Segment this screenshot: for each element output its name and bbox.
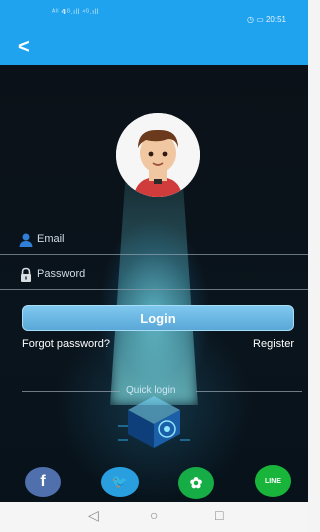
divider-line-left	[22, 391, 120, 392]
password-underline	[0, 289, 308, 290]
password-field[interactable]: Password	[0, 260, 308, 290]
nav-bar: ◁ ○ □	[0, 502, 308, 532]
status-bar: ᴬᴵˡ 𝟰ᴳ.ıll ⁴ᴳ.ıll ◷ ▭ 20:51	[0, 0, 308, 33]
twitter-icon: 🐦	[111, 474, 129, 489]
avatar	[116, 113, 200, 197]
nav-home-icon[interactable]: ○	[150, 507, 158, 523]
register-link[interactable]: Register	[253, 338, 294, 350]
wechat-icon: ✿	[189, 475, 203, 492]
login-screen: Email Password Login Forgot password? Re…	[0, 65, 308, 502]
facebook-login-button[interactable]: f	[25, 467, 61, 497]
back-button[interactable]: <	[18, 36, 30, 58]
wechat-login-button[interactable]: ✿	[178, 467, 214, 499]
facebook-icon: f	[40, 473, 46, 490]
nav-back-icon[interactable]: ◁	[88, 507, 99, 524]
login-button[interactable]: Login	[22, 305, 294, 331]
email-placeholder: Email	[37, 233, 65, 245]
email-underline	[0, 254, 308, 255]
lock-icon	[21, 267, 31, 282]
app-bar: <	[0, 33, 308, 65]
chip-illustration	[118, 396, 190, 448]
user-icon	[19, 233, 33, 247]
password-placeholder: Password	[37, 268, 86, 280]
line-login-button[interactable]: LINE	[255, 465, 291, 497]
nav-recent-icon[interactable]: □	[215, 507, 223, 523]
divider-line-right	[196, 391, 302, 392]
avatar-icon	[116, 113, 200, 197]
email-field[interactable]: Email	[0, 225, 308, 255]
line-icon: LINE	[265, 477, 281, 485]
status-time: ◷ ▭ 20:51	[246, 15, 286, 24]
status-signal: ᴬᴵˡ 𝟰ᴳ.ıll ⁴ᴳ.ıll	[52, 9, 99, 16]
twitter-login-button[interactable]: 🐦	[101, 467, 139, 497]
forgot-password-link[interactable]: Forgot password?	[22, 338, 110, 350]
